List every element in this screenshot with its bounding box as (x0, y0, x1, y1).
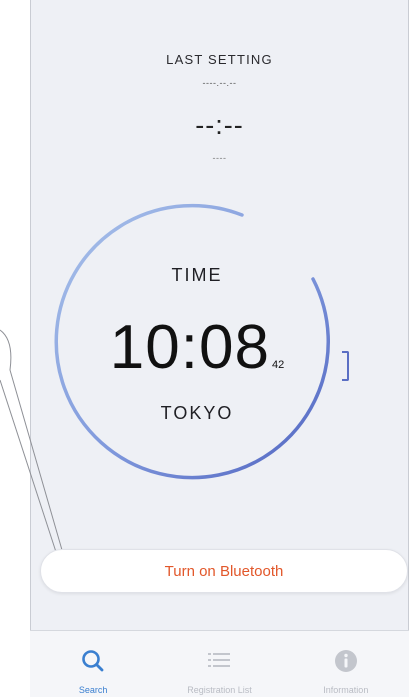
watch-crown (342, 351, 349, 381)
last-setting-city: ---- (212, 153, 227, 163)
app-page: LAST SETTING ----.--.-- --:-- ---- TIME … (0, 0, 409, 697)
tab-search-label: Search (78, 685, 108, 695)
last-setting-time: --:-- (195, 110, 244, 140)
last-setting-title: LAST SETTING (166, 52, 273, 67)
tab-registration-list-label: Registration List (187, 685, 252, 695)
info-icon (334, 650, 357, 672)
tab-information-label: Information (323, 685, 369, 695)
dial-time: 10:08 42 (52, 312, 342, 383)
tab-search[interactable]: Search (30, 631, 156, 697)
last-setting-date: ----.--.-- (202, 78, 237, 88)
list-icon (208, 653, 231, 667)
dial-time-label: TIME (171, 265, 223, 285)
tab-information[interactable]: Information (283, 631, 409, 697)
search-icon (82, 650, 104, 672)
tab-bar: Search Registration List Information (30, 630, 409, 697)
dial-city: TOKYO (160, 403, 234, 423)
tab-registration-list[interactable]: Registration List (156, 631, 282, 697)
turn-on-bluetooth-button[interactable]: Turn on Bluetooth (40, 549, 408, 593)
dial-time-value: 10:08 (109, 313, 270, 382)
dial-seconds: 42 (271, 359, 285, 371)
